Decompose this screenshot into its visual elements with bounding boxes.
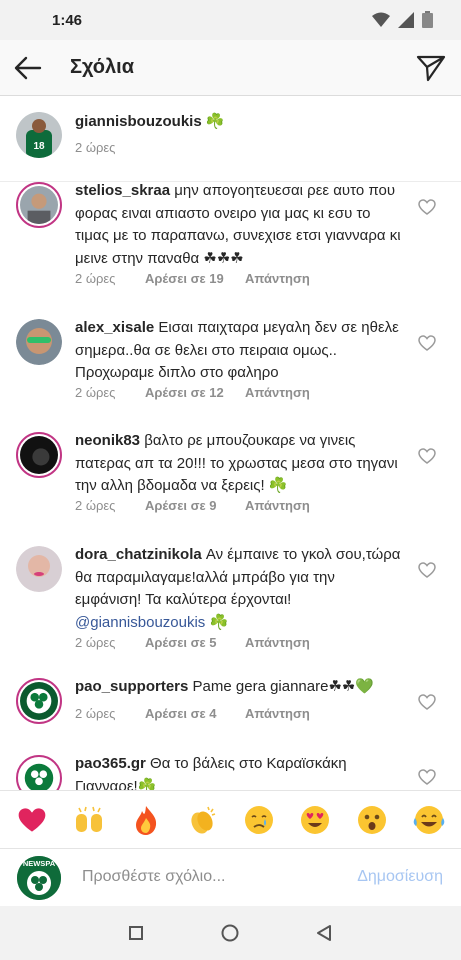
comment-username[interactable]: neonik83 [75, 432, 140, 449]
user-avatar-image [20, 186, 58, 224]
comment-meta: 2 ώρες Αρέσει σε 4 Απάντηση [75, 706, 310, 721]
comment-text: pao365.gr Θα το βάλεις στο Καραϊσκάκη Γι… [75, 753, 405, 790]
comment-username[interactable]: pao_supporters [75, 678, 188, 695]
comment-mention[interactable]: @giannisbouzoukis [75, 614, 205, 631]
comment-text: stelios_skraa μην απογοητευεσαι ρεε αυτο… [75, 180, 405, 270]
red-heart-icon[interactable] [14, 802, 50, 838]
comment-text: pao_supporters Pame gera giannare☘☘💚 [75, 676, 405, 699]
my-avatar: NEWSPA [17, 856, 61, 900]
caption-text: giannisbouzoukis ☘️ [75, 111, 405, 134]
comment-body: Pame gera giannare☘☘💚 [192, 678, 375, 695]
header: Σχόλια [0, 40, 461, 96]
reply-button[interactable]: Απάντηση [245, 385, 310, 400]
user-avatar-image [16, 546, 62, 592]
page-title: Σχόλια [70, 56, 134, 78]
pao365-logo-avatar [20, 759, 58, 790]
reply-button[interactable]: Απάντηση [245, 635, 310, 650]
battery-icon [422, 11, 433, 28]
newspao-logo: NEWSPA [17, 856, 61, 900]
avatar[interactable] [16, 678, 62, 724]
reply-button[interactable]: Απάντηση [245, 706, 310, 721]
recents-square-icon[interactable] [123, 920, 149, 946]
avatar[interactable] [16, 755, 62, 790]
like-heart-icon[interactable] [418, 199, 436, 215]
avatar[interactable]: 18 [16, 112, 62, 158]
quick-emoji-bar [0, 790, 461, 848]
comment-time: 2 ώρες [75, 706, 116, 721]
raising-hands-icon[interactable] [71, 802, 107, 838]
comment-input-bar: NEWSPA Προσθέστε σχόλιο... Δημοσίευση [0, 848, 461, 906]
caption-username[interactable]: giannisbouzoukis [75, 113, 202, 130]
heart-eyes-face-icon[interactable] [297, 802, 333, 838]
status-icons [372, 11, 433, 28]
comment-username[interactable]: stelios_skraa [75, 182, 170, 199]
status-time: 1:46 [52, 12, 83, 29]
comment-time: 2 ώρες [75, 271, 116, 286]
comment-username[interactable]: dora_chatzinikola [75, 546, 202, 563]
comment-text: neonik83 βαλτο ρε μπουζουκαρε να γινεις … [75, 430, 405, 498]
status-bar: 1:46 [0, 0, 461, 40]
like-heart-icon[interactable] [418, 769, 436, 785]
player-avatar-image: 18 [16, 112, 62, 158]
back-triangle-icon[interactable] [311, 920, 337, 946]
avatar[interactable] [16, 319, 62, 365]
comment-meta: 2 ώρες Αρέσει σε 5 Απάντηση [75, 635, 310, 650]
comment-text: dora_chatzinikola Αν έμπαινε το γκολ σου… [75, 544, 405, 634]
user-avatar-image [16, 319, 62, 365]
like-heart-icon[interactable] [418, 335, 436, 351]
signal-icon [398, 11, 414, 28]
like-heart-icon[interactable] [418, 694, 436, 710]
comment-likes[interactable]: Αρέσει σε 9 [145, 498, 245, 513]
like-heart-icon[interactable] [418, 562, 436, 578]
comment-time: 2 ώρες [75, 385, 116, 400]
system-nav-bar [0, 906, 461, 960]
tears-of-joy-face-icon[interactable] [411, 802, 447, 838]
caption-time: 2 ώρες [75, 140, 116, 155]
direct-send-icon[interactable] [415, 52, 447, 84]
crying-face-icon[interactable] [241, 802, 277, 838]
comment-likes[interactable]: Αρέσει σε 4 [145, 706, 245, 721]
clapping-hands-icon[interactable] [184, 802, 220, 838]
comment-meta: 2 ώρες Αρέσει σε 12 Απάντηση [75, 385, 310, 400]
avatar[interactable] [16, 546, 62, 592]
comment-meta: 2 ώρες Αρέσει σε 9 Απάντηση [75, 498, 310, 513]
post-button[interactable]: Δημοσίευση [357, 868, 443, 886]
reply-button[interactable]: Απάντηση [245, 498, 310, 513]
comment-username[interactable]: alex_xisale [75, 319, 154, 336]
pao-logo-avatar [20, 682, 58, 720]
comment-input[interactable]: Προσθέστε σχόλιο... [82, 868, 225, 886]
fire-icon[interactable] [128, 802, 164, 838]
comment-likes[interactable]: Αρέσει σε 12 [145, 385, 245, 400]
comments-list[interactable]: 18 giannisbouzoukis ☘️ 2 ώρες stelios_sk… [0, 96, 461, 790]
user-avatar-image [20, 436, 58, 474]
comment-username[interactable]: pao365.gr [75, 755, 146, 772]
caption-item: 18 giannisbouzoukis ☘️ 2 ώρες [0, 96, 461, 182]
reply-button[interactable]: Απάντηση [245, 271, 310, 286]
caption-meta: 2 ώρες [75, 140, 115, 155]
comment-likes[interactable]: Αρέσει σε 19 [145, 271, 245, 286]
comment-meta: 2 ώρες Αρέσει σε 19 Απάντηση [75, 271, 310, 286]
svg-text:NEWSPA: NEWSPA [23, 859, 56, 868]
svg-text:18: 18 [33, 141, 45, 152]
like-heart-icon[interactable] [418, 448, 436, 464]
comment-likes[interactable]: Αρέσει σε 5 [145, 635, 245, 650]
back-arrow-icon[interactable] [12, 52, 44, 84]
wifi-icon [372, 12, 390, 27]
astonished-face-icon[interactable] [354, 802, 390, 838]
avatar[interactable] [16, 432, 62, 478]
comment-mention-suffix: ☘️ [209, 613, 229, 631]
comment-time: 2 ώρες [75, 498, 116, 513]
home-circle-icon[interactable] [217, 920, 243, 946]
comment-text: alex_xisale Εισαι παιχταρα μεγαλη δεν σε… [75, 317, 405, 385]
caption-body: ☘️ [205, 113, 225, 130]
avatar[interactable] [16, 182, 62, 228]
comment-time: 2 ώρες [75, 635, 116, 650]
